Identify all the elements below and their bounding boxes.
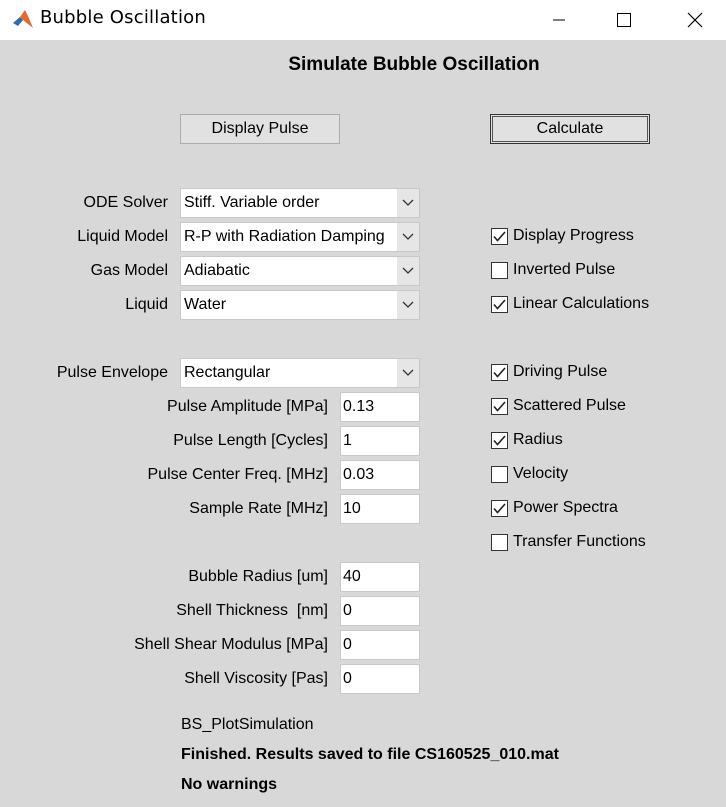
checkbox-box xyxy=(491,261,508,279)
ode-solver-label: ODE Solver xyxy=(83,194,168,211)
chevron-down-icon xyxy=(397,359,419,387)
maximize-icon xyxy=(617,13,631,27)
checkbox-label: Scattered Pulse xyxy=(513,397,626,414)
checkbox-box xyxy=(491,363,508,381)
liquid-value: Water xyxy=(184,296,227,313)
shell-viscosity-label: Shell Viscosity [Pas] xyxy=(184,670,328,687)
pulse-center-freq-label: Pulse Center Freq. [MHz] xyxy=(147,466,329,483)
liquid-model-label: Liquid Model xyxy=(77,228,168,245)
shell-thickness-input[interactable]: 0 xyxy=(340,596,420,626)
maximize-button[interactable] xyxy=(601,0,647,40)
pulse-amplitude-input[interactable]: 0.13 xyxy=(340,392,420,422)
checkbox-box xyxy=(491,295,508,313)
checkbox-label: Power Spectra xyxy=(513,499,618,516)
gas-model-label: Gas Model xyxy=(90,262,168,279)
shell-shear-modulus-label: Shell Shear Modulus [MPa] xyxy=(134,636,328,653)
inverted-pulse-checkbox[interactable]: Inverted Pulse xyxy=(491,259,615,281)
power-spectra-checkbox[interactable]: Power Spectra xyxy=(491,497,618,519)
shell-shear-modulus-input[interactable]: 0 xyxy=(340,630,420,660)
matlab-icon xyxy=(11,8,35,32)
ode-solver-value: Stiff. Variable order xyxy=(184,194,320,211)
pulse-envelope-value: Rectangular xyxy=(184,364,271,381)
chevron-down-icon xyxy=(397,189,419,217)
status-result-message: Finished. Results saved to file CS160525… xyxy=(181,746,559,763)
checkbox-box xyxy=(491,499,508,517)
liquid-model-select[interactable]: R-P with Radiation Damping xyxy=(180,222,420,252)
checkbox-box xyxy=(491,465,508,483)
checkbox-box xyxy=(491,431,508,449)
chevron-down-icon xyxy=(397,257,419,285)
liquid-label: Liquid xyxy=(125,296,168,313)
checkmark-icon xyxy=(493,400,506,412)
minimize-icon xyxy=(553,19,565,21)
driving-pulse-checkbox[interactable]: Driving Pulse xyxy=(491,361,607,383)
pulse-envelope-label: Pulse Envelope xyxy=(56,364,168,381)
checkmark-icon xyxy=(493,434,506,446)
display-progress-checkbox[interactable]: Display Progress xyxy=(491,225,634,247)
checkbox-box xyxy=(491,397,508,415)
window-title: Bubble Oscillation xyxy=(40,7,206,28)
checkbox-box xyxy=(491,533,508,551)
gas-model-select[interactable]: Adiabatic xyxy=(180,256,420,286)
linear-calculations-checkbox[interactable]: Linear Calculations xyxy=(491,293,649,315)
close-button[interactable] xyxy=(672,0,718,40)
ode-solver-select[interactable]: Stiff. Variable order xyxy=(180,188,420,218)
pulse-amplitude-label: Pulse Amplitude [MPa] xyxy=(167,398,328,415)
title-bar: Bubble Oscillation xyxy=(0,0,726,40)
status-warnings: No warnings xyxy=(181,776,278,793)
radius-checkbox[interactable]: Radius xyxy=(491,429,563,451)
pulse-length-input[interactable]: 1 xyxy=(340,426,420,456)
page-title: Simulate Bubble Oscillation xyxy=(288,54,540,75)
velocity-checkbox[interactable]: Velocity xyxy=(491,463,568,485)
checkbox-label: Driving Pulse xyxy=(513,363,608,380)
chevron-down-icon xyxy=(397,291,419,319)
checkmark-icon xyxy=(493,298,506,310)
checkmark-icon xyxy=(493,366,506,378)
close-icon xyxy=(687,12,703,28)
chevron-down-icon xyxy=(397,223,419,251)
pulse-center-freq-input[interactable]: 0.03 xyxy=(340,460,420,490)
checkbox-label: Linear Calculations xyxy=(513,295,650,312)
checkbox-label: Display Progress xyxy=(513,227,634,244)
gas-model-value: Adiabatic xyxy=(184,262,250,279)
shell-viscosity-input[interactable]: 0 xyxy=(340,664,420,694)
status-script-name: BS_PlotSimulation xyxy=(181,716,314,733)
minimize-button[interactable] xyxy=(536,0,582,40)
transfer-functions-checkbox[interactable]: Transfer Functions xyxy=(491,531,646,553)
shell-thickness-label: Shell Thickness [nm] xyxy=(176,602,328,619)
calculate-button[interactable]: Calculate xyxy=(490,114,650,144)
sample-rate-label: Sample Rate [MHz] xyxy=(189,500,328,517)
checkmark-icon xyxy=(493,230,506,242)
bubble-radius-label: Bubble Radius [um] xyxy=(188,568,328,585)
display-pulse-button[interactable]: Display Pulse xyxy=(180,114,340,144)
liquid-select[interactable]: Water xyxy=(180,290,420,320)
checkmark-icon xyxy=(493,502,506,514)
checkbox-label: Transfer Functions xyxy=(513,533,646,550)
scattered-pulse-checkbox[interactable]: Scattered Pulse xyxy=(491,395,626,417)
checkbox-label: Velocity xyxy=(513,465,569,482)
pulse-length-label: Pulse Length [Cycles] xyxy=(173,432,328,449)
checkbox-label: Radius xyxy=(513,431,563,448)
bubble-radius-input[interactable]: 40 xyxy=(340,562,420,592)
checkbox-label: Inverted Pulse xyxy=(513,261,616,278)
checkbox-box xyxy=(491,227,508,245)
liquid-model-value: R-P with Radiation Damping xyxy=(184,228,385,245)
pulse-envelope-select[interactable]: Rectangular xyxy=(180,358,420,388)
sample-rate-input[interactable]: 10 xyxy=(340,494,420,524)
